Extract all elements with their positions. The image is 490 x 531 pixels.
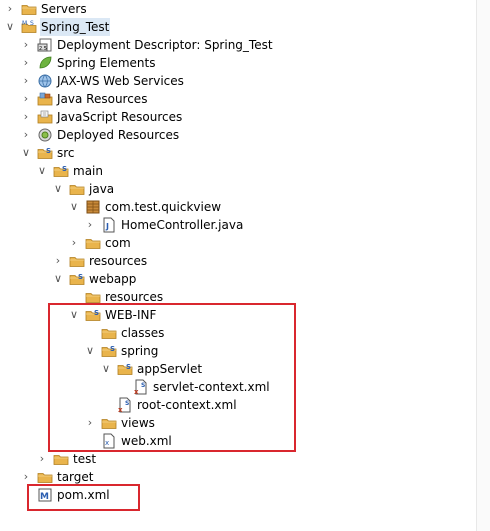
- tree-row-javascript-resources[interactable]: › JavaScript Resources: [0, 108, 476, 126]
- chevron-down-icon[interactable]: ∨: [4, 18, 16, 36]
- spring-folder-icon: S: [69, 271, 85, 287]
- folder-icon: [69, 181, 85, 197]
- chevron-right-icon[interactable]: ›: [52, 252, 64, 270]
- tree-item-label: JavaScript Resources: [57, 110, 183, 124]
- tree-item-label: java: [89, 182, 115, 196]
- tree-row-resources[interactable]: › resources: [0, 252, 476, 270]
- chevron-down-icon[interactable]: ∨: [52, 270, 64, 288]
- folder-icon: [21, 1, 37, 17]
- tree-item-label: com.test.quickview: [105, 200, 222, 214]
- tree-item-label: Spring Elements: [57, 56, 156, 70]
- chevron-right-icon[interactable]: ›: [20, 108, 32, 126]
- javascript-resources-icon: [37, 109, 53, 125]
- tree-row-spring-test[interactable]: ∨ M S Spring_Test: [0, 18, 476, 36]
- deployed-resources-icon: [37, 127, 53, 143]
- chevron-right-icon[interactable]: ›: [20, 72, 32, 90]
- tree-item-label: src: [57, 146, 75, 160]
- tree-row-deployment-descriptor-spring-test[interactable]: › 2.5 Deployment Descriptor: Spring_Test: [0, 36, 476, 54]
- tree-row-spring-elements[interactable]: › Spring Elements: [0, 54, 476, 72]
- java-resources-icon: [37, 91, 53, 107]
- chevron-right-icon[interactable]: ›: [68, 234, 80, 252]
- tree-item-label: Java Resources: [57, 92, 148, 106]
- chevron-right-icon[interactable]: ›: [20, 36, 32, 54]
- web-services-icon: [37, 73, 53, 89]
- highlight-box-pom-xml: [27, 484, 140, 511]
- tree-row-src[interactable]: ∨ Ssrc: [0, 144, 476, 162]
- svg-text:2.5: 2.5: [39, 46, 47, 52]
- tree-item-label: webapp: [89, 272, 137, 286]
- chevron-down-icon[interactable]: ∨: [68, 198, 80, 216]
- chevron-right-icon[interactable]: ›: [20, 54, 32, 72]
- svg-text:S: S: [30, 20, 34, 27]
- highlight-box-web-inf: [48, 303, 296, 452]
- tree-row-com[interactable]: › com: [0, 234, 476, 252]
- spring-folder-icon: S: [37, 145, 53, 161]
- tree-item-label: test: [73, 452, 97, 466]
- chevron-down-icon[interactable]: ∨: [52, 180, 64, 198]
- tree-row-servers[interactable]: › Servers: [0, 0, 476, 18]
- tree-item-label: HomeController.java: [121, 218, 244, 232]
- tree-item-label: main: [73, 164, 103, 178]
- tree-item-label: com: [105, 236, 131, 250]
- deployment-descriptor-icon: 2.5: [37, 37, 53, 53]
- tree-item-label: resources: [89, 254, 148, 268]
- tree-row-test[interactable]: › test: [0, 450, 476, 468]
- tree-item-label: Deployed Resources: [57, 128, 180, 142]
- svg-text:M: M: [22, 20, 27, 27]
- java-file-icon: J: [101, 217, 117, 233]
- svg-text:S: S: [46, 147, 51, 155]
- folder-icon: [69, 253, 85, 269]
- package-icon: [85, 199, 101, 215]
- svg-text:J: J: [105, 222, 109, 231]
- svg-text:S: S: [78, 273, 83, 281]
- spring-folder-icon: S: [53, 163, 69, 179]
- tree-row-jax-ws-web-services[interactable]: › JAX-WS Web Services: [0, 72, 476, 90]
- tree-row-homecontroller-java[interactable]: › J HomeController.java: [0, 216, 476, 234]
- chevron-right-icon[interactable]: ›: [36, 450, 48, 468]
- tree-item-label: Deployment Descriptor: Spring_Test: [57, 38, 273, 52]
- chevron-down-icon[interactable]: ∨: [36, 162, 48, 180]
- tree-row-webapp[interactable]: ∨ Swebapp: [0, 270, 476, 288]
- chevron-right-icon[interactable]: ›: [20, 126, 32, 144]
- tree-item-label: JAX-WS Web Services: [57, 74, 184, 88]
- chevron-right-icon[interactable]: ›: [20, 90, 32, 108]
- chevron-right-icon[interactable]: ›: [4, 0, 16, 18]
- folder-icon: [85, 235, 101, 251]
- tree-row-com-test-quickview[interactable]: ∨ com.test.quickview: [0, 198, 476, 216]
- tree-item-label: Spring_Test: [40, 18, 111, 36]
- spring-leaf-icon: [37, 55, 53, 71]
- spring-project-icon: MS: [21, 19, 37, 35]
- vertical-scrollbar[interactable]: [476, 0, 490, 531]
- chevron-right-icon[interactable]: ›: [84, 216, 96, 234]
- folder-icon: [53, 451, 69, 467]
- tree-item-label: Servers: [41, 2, 87, 16]
- tree-row-deployed-resources[interactable]: › Deployed Resources: [0, 126, 476, 144]
- svg-text:S: S: [62, 165, 67, 173]
- tree-row-java[interactable]: ∨ java: [0, 180, 476, 198]
- chevron-down-icon[interactable]: ∨: [20, 144, 32, 162]
- tree-row-java-resources[interactable]: › Java Resources: [0, 90, 476, 108]
- folder-icon: [37, 469, 53, 485]
- tree-row-main[interactable]: ∨ Smain: [0, 162, 476, 180]
